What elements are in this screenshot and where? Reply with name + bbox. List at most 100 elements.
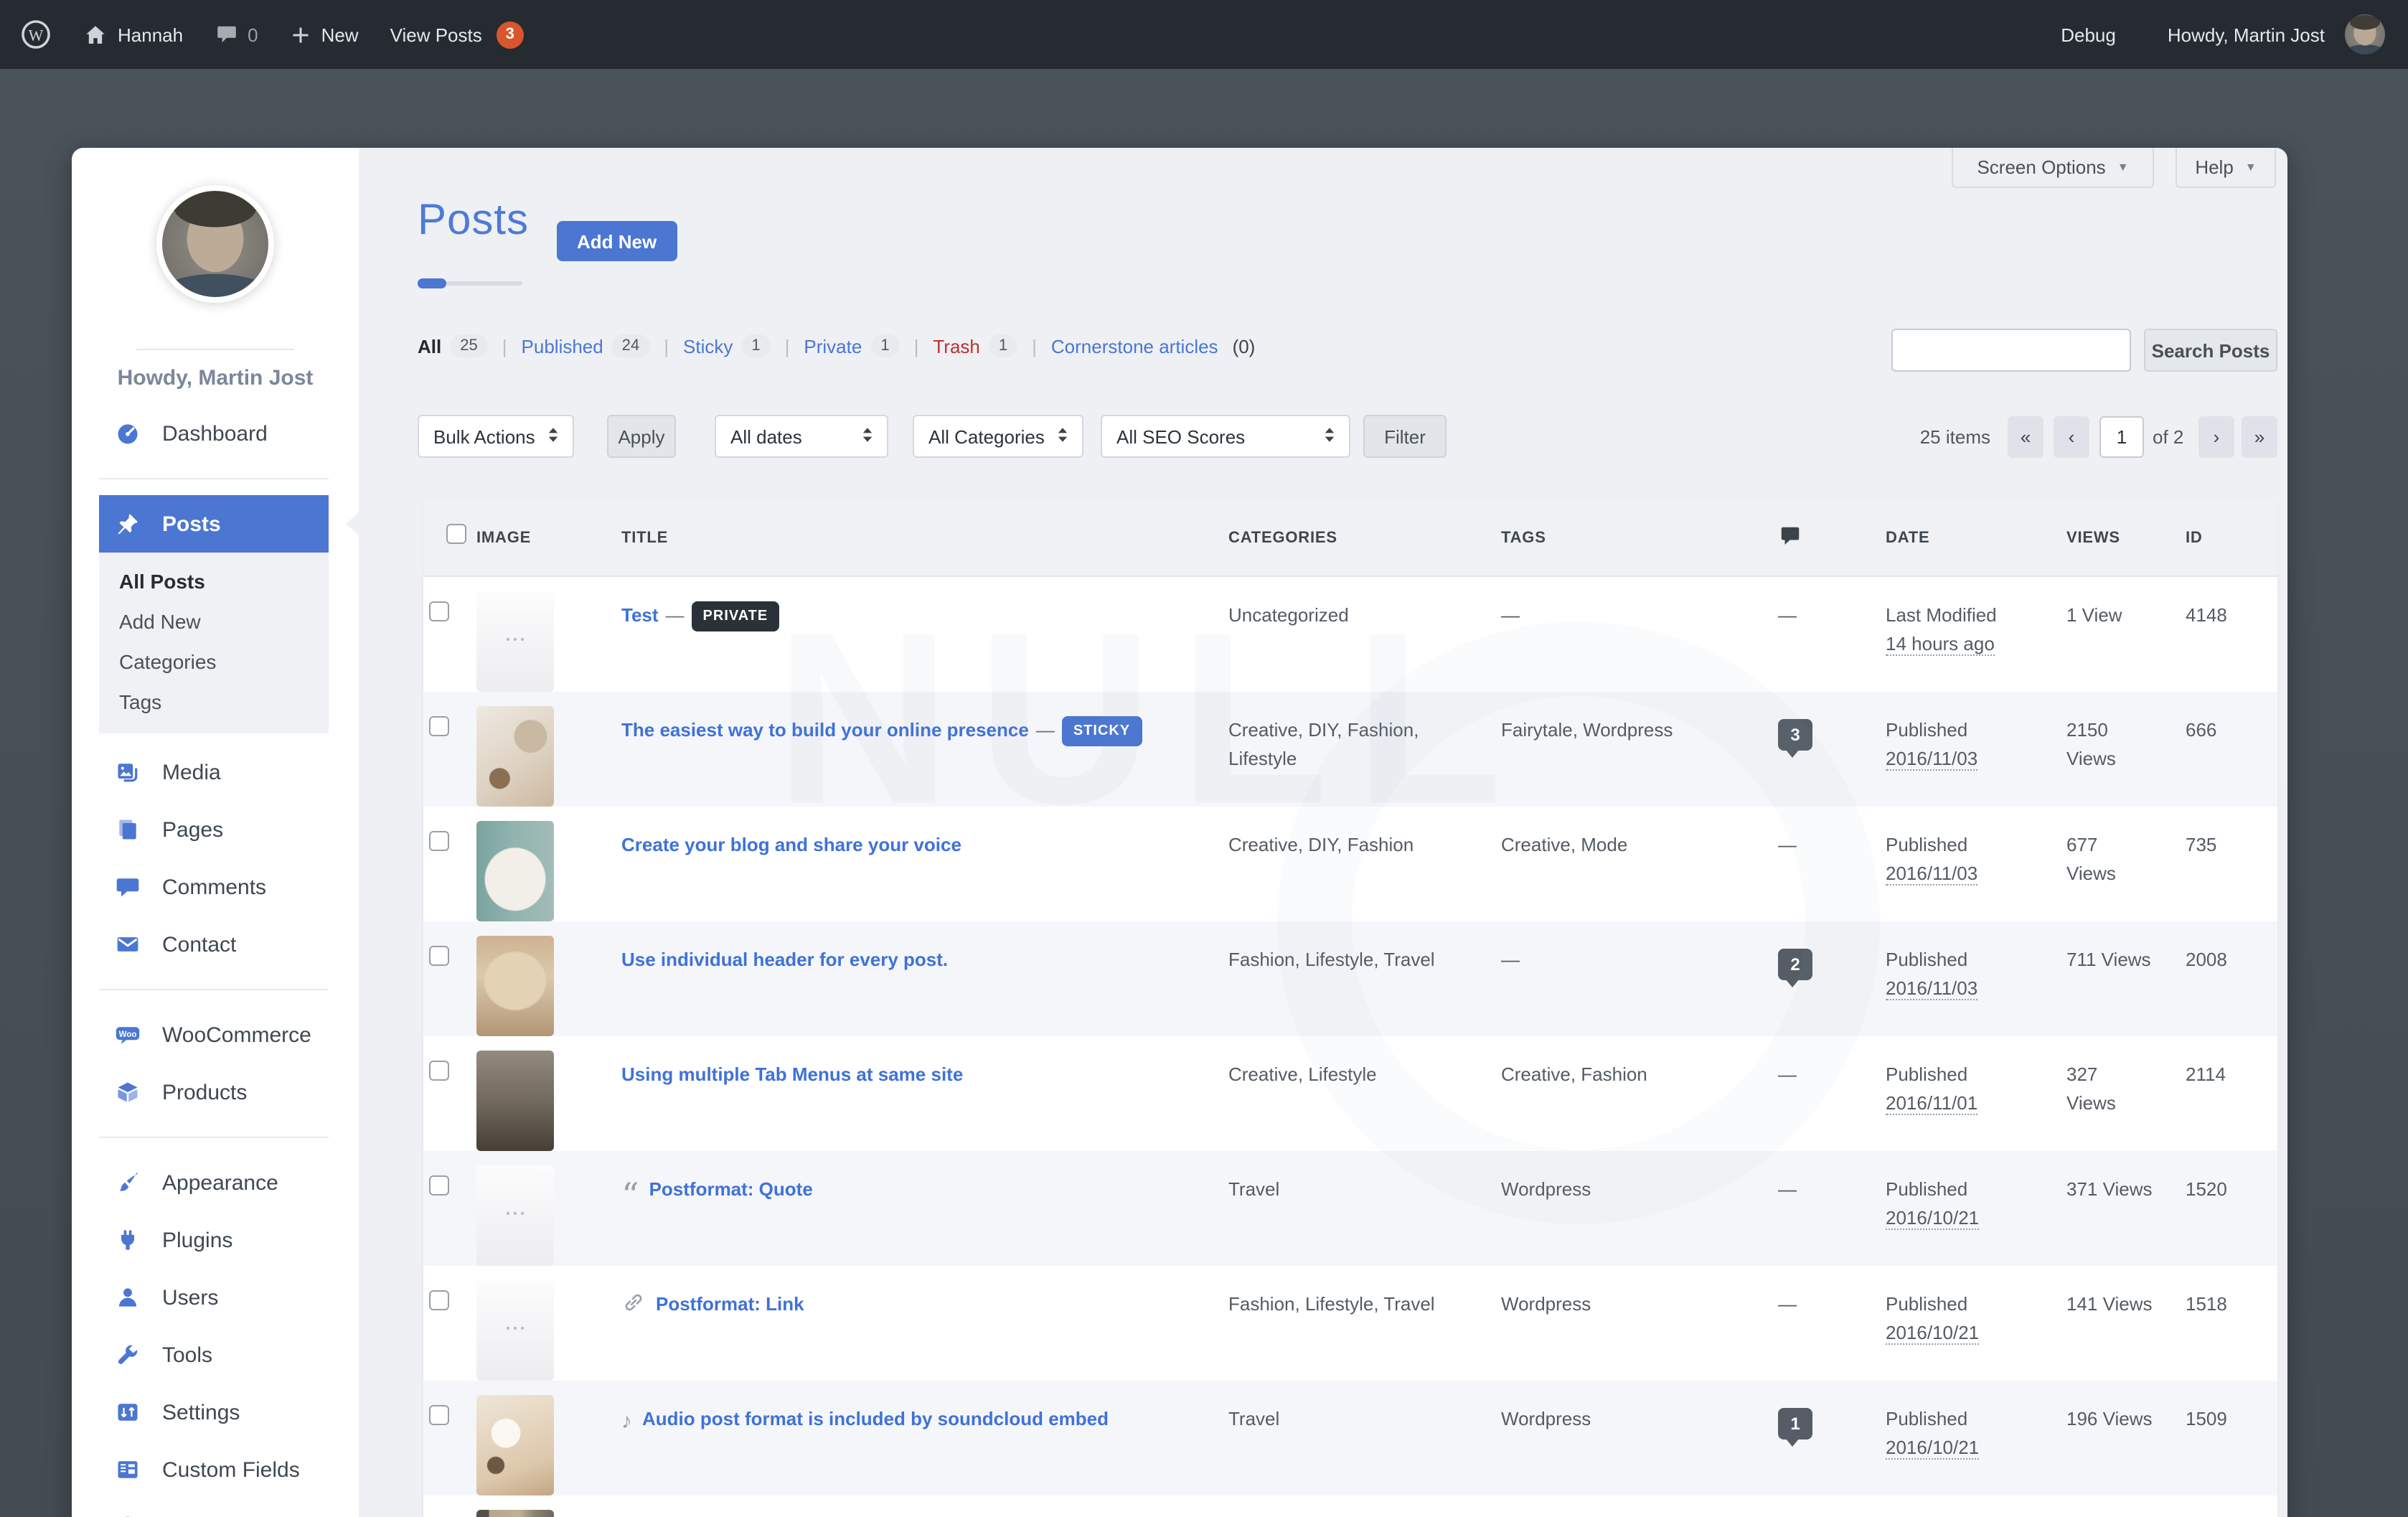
sidebar-item-users[interactable]: Users [99, 1269, 329, 1326]
post-categories[interactable]: Travel [1223, 1381, 1495, 1495]
account-menu[interactable]: Howdy, Martin Jost [2168, 24, 2325, 45]
post-tags[interactable]: Fairytale, Wordpress [1495, 692, 1772, 807]
post-categories[interactable]: Travel [1223, 1151, 1495, 1266]
screen-options-button[interactable]: Screen Options▼ [1952, 148, 2154, 188]
post-thumbnail[interactable] [476, 1510, 554, 1517]
wordpress-logo-icon[interactable]: W [20, 19, 52, 50]
column-header-categories[interactable]: CATEGORIES [1223, 529, 1495, 546]
help-button[interactable]: Help▼ [2176, 148, 2276, 188]
post-categories[interactable]: Creative, Lifestyle [1223, 1036, 1495, 1151]
post-tags[interactable]: Creative, Mode [1495, 807, 1772, 921]
filter-link-published[interactable]: Published [522, 335, 603, 357]
row-checkbox[interactable] [429, 1061, 449, 1081]
post-thumbnail[interactable] [476, 1395, 554, 1495]
sidebar-item-posts[interactable]: Posts [99, 495, 329, 553]
comment-count-bubble[interactable]: 2 [1778, 949, 1812, 980]
post-tags[interactable]: Fairytale, Fashion, Mode, Wordpress [1495, 1495, 1772, 1517]
post-title-link[interactable]: Audio post format is included by soundcl… [642, 1408, 1109, 1429]
column-header-date[interactable]: DATE [1880, 529, 2061, 546]
row-checkbox[interactable] [429, 1290, 449, 1310]
current-page-input[interactable] [2099, 416, 2144, 458]
post-categories[interactable]: DIY, Fashion [1223, 1495, 1495, 1517]
search-posts-button[interactable]: Search Posts [2144, 329, 2277, 372]
post-categories[interactable]: Creative, DIY, Fashion [1223, 807, 1495, 921]
sidebar-item-woocommerce[interactable]: WooWooCommerce [99, 1006, 329, 1063]
post-thumbnail[interactable] [476, 706, 554, 807]
row-checkbox[interactable] [429, 1405, 449, 1425]
row-checkbox[interactable] [429, 601, 449, 621]
last-page-button[interactable]: » [2242, 416, 2277, 458]
sidebar-item-comments[interactable]: Comments [99, 858, 329, 916]
post-thumbnail[interactable] [476, 591, 554, 692]
post-thumbnail[interactable] [476, 1051, 554, 1151]
column-header-image[interactable]: IMAGE [471, 529, 616, 546]
post-categories[interactable]: Fashion, Lifestyle, Travel [1223, 921, 1495, 1036]
dates-filter-select[interactable]: All dates [715, 415, 888, 458]
post-thumbnail[interactable] [476, 1280, 554, 1381]
sidebar-item-contact[interactable]: Contact [99, 916, 329, 973]
post-categories[interactable]: Creative, DIY, Fashion, Lifestyle [1223, 692, 1495, 807]
filter-link-private[interactable]: Private [804, 335, 862, 357]
new-menu[interactable]: New [290, 24, 359, 45]
next-page-button[interactable]: › [2198, 416, 2234, 458]
sidebar-item-tools[interactable]: Tools [99, 1326, 329, 1384]
post-categories[interactable]: Uncategorized [1223, 577, 1495, 692]
post-title-link[interactable]: The easiest way to build your online pre… [621, 719, 1029, 741]
sidebar-item-dashboard[interactable]: Dashboard [99, 405, 329, 462]
filter-link-cornerstone-articles[interactable]: Cornerstone articles [1051, 335, 1218, 357]
debug-link[interactable]: Debug [2061, 24, 2116, 45]
post-title-link[interactable]: Create your blog and share your voice [621, 834, 961, 855]
post-title-link[interactable]: Using multiple Tab Menus at same site [621, 1063, 963, 1085]
sidebar-item-media[interactable]: Media [99, 743, 329, 801]
seo-scores-filter-select[interactable]: All SEO Scores [1101, 415, 1350, 458]
filter-link-all[interactable]: All [418, 335, 441, 357]
row-checkbox[interactable] [429, 946, 449, 966]
column-header-tags[interactable]: TAGS [1495, 529, 1772, 546]
apply-button[interactable]: Apply [607, 415, 676, 458]
post-thumbnail[interactable] [476, 936, 554, 1036]
row-checkbox[interactable] [429, 831, 449, 851]
post-title-link[interactable]: Use individual header for every post. [621, 949, 948, 970]
select-all-checkbox[interactable] [446, 524, 466, 544]
post-tags[interactable]: Wordpress [1495, 1266, 1772, 1381]
post-title-link[interactable]: Postformat: Quote [649, 1178, 813, 1200]
sidebar-item-settings[interactable]: Settings [99, 1384, 329, 1441]
profile-avatar[interactable] [156, 185, 274, 303]
row-checkbox[interactable] [429, 1175, 449, 1196]
column-header-views[interactable]: VIEWS [2061, 529, 2180, 546]
avatar[interactable] [2345, 14, 2385, 55]
column-header-title[interactable]: TITLE [616, 529, 1223, 546]
comment-count-bubble[interactable]: 3 [1778, 719, 1812, 751]
post-title-link[interactable]: Test [621, 604, 659, 626]
view-posts-link[interactable]: View Posts [390, 24, 482, 45]
sidebar-item-custom-fields[interactable]: Custom Fields [99, 1441, 329, 1498]
post-tags[interactable]: — [1495, 921, 1772, 1036]
filter-button[interactable]: Filter [1363, 415, 1447, 458]
first-page-button[interactable]: « [2008, 416, 2043, 458]
column-header-id[interactable]: ID [2180, 529, 2277, 546]
row-checkbox[interactable] [429, 716, 449, 736]
post-thumbnail[interactable] [476, 1165, 554, 1266]
sidebar-item-pages[interactable]: Pages [99, 801, 329, 858]
comment-count-bubble[interactable]: 1 [1778, 1408, 1812, 1439]
bulk-actions-select[interactable]: Bulk Actions [418, 415, 574, 458]
post-title-link[interactable]: Postformat: Link [656, 1293, 804, 1315]
submenu-item-all-posts[interactable]: All Posts [99, 561, 329, 601]
site-link[interactable]: Hannah [83, 22, 183, 47]
search-input[interactable] [1891, 329, 2131, 372]
post-tags[interactable]: — [1495, 577, 1772, 692]
filter-link-trash[interactable]: Trash [933, 335, 980, 357]
submenu-item-categories[interactable]: Categories [99, 642, 329, 682]
post-tags[interactable]: Wordpress [1495, 1381, 1772, 1495]
column-header-comments[interactable] [1772, 523, 1880, 552]
submenu-item-add-new[interactable]: Add New [99, 601, 329, 642]
sidebar-item-collapse[interactable] [99, 1498, 329, 1517]
prev-page-button[interactable]: ‹ [2054, 416, 2089, 458]
sidebar-item-appearance[interactable]: Appearance [99, 1154, 329, 1211]
add-new-button[interactable]: Add New [557, 221, 677, 261]
post-categories[interactable]: Fashion, Lifestyle, Travel [1223, 1266, 1495, 1381]
filter-link-sticky[interactable]: Sticky [683, 335, 733, 357]
post-tags[interactable]: Creative, Fashion [1495, 1036, 1772, 1151]
sidebar-item-products[interactable]: Products [99, 1063, 329, 1121]
comments-shortcut[interactable]: 0 [215, 23, 258, 46]
